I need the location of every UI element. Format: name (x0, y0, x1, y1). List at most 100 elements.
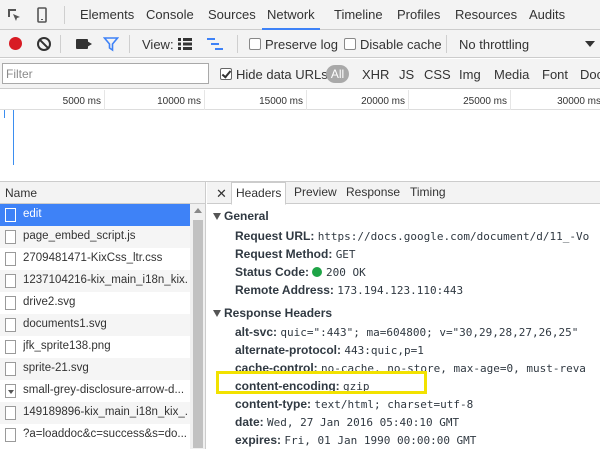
scroll-up-icon[interactable] (194, 208, 202, 213)
name-column-header[interactable]: Name (0, 182, 206, 204)
header-row: Status Code: 200 OK (235, 265, 366, 279)
request-name: 149189896-kix_main_i18n_kix_... (23, 406, 187, 418)
record-button[interactable] (9, 37, 22, 50)
file-icon (5, 252, 16, 266)
throttling-select[interactable]: No throttling (459, 37, 529, 52)
disable-cache-label: Disable cache (360, 37, 442, 52)
device-mode-icon[interactable] (34, 7, 50, 23)
filter-input[interactable] (2, 63, 209, 84)
tab-console[interactable]: Console (146, 0, 194, 29)
inspect-element-icon[interactable] (6, 7, 22, 23)
tab-resources[interactable]: Resources (455, 0, 517, 29)
tick-label: 30000 ms (557, 96, 600, 107)
request-row[interactable]: page_embed_script.js (0, 226, 190, 248)
request-name: drive2.svg (23, 296, 76, 308)
filter-type-media[interactable]: Media (494, 67, 529, 82)
clear-button[interactable] (37, 37, 51, 51)
filter-type-doc[interactable]: Doc (580, 67, 600, 82)
header-key: date: (235, 415, 264, 429)
request-row[interactable]: ?a=loaddoc&c=success&s=do... (0, 424, 190, 446)
header-row: expires: Fri, 01 Jan 1990 00:00:00 GMT (235, 433, 476, 447)
tab-timeline[interactable]: Timeline (334, 0, 383, 29)
name-header-label: Name (5, 186, 38, 200)
tab-elements[interactable]: Elements (80, 0, 134, 29)
request-row[interactable]: 1237104216-kix_main_i18n_kix... (0, 270, 190, 292)
filter-icon[interactable] (103, 36, 119, 52)
toolbar-divider (237, 35, 238, 53)
request-name: page_embed_script.js (23, 230, 136, 242)
request-row[interactable]: documents1.svg (0, 314, 190, 336)
network-toolbar: View: Preserve log Disable cache No thro… (0, 30, 600, 58)
header-value: Wed, 27 Jan 2016 05:40:10 GMT (267, 416, 460, 429)
tab-preview[interactable]: Preview (294, 185, 337, 199)
disable-cache-checkbox[interactable] (344, 38, 356, 50)
filter-type-css[interactable]: CSS (424, 67, 451, 82)
header-row: date: Wed, 27 Jan 2016 05:40:10 GMT (235, 415, 459, 429)
request-list: edit page_embed_script.js 2709481471-Kix… (0, 204, 190, 449)
general-section-title: General (224, 209, 269, 223)
overview-bar (4, 110, 5, 118)
request-name: jfk_sprite138.png (23, 340, 111, 352)
triangle-down-icon (213, 213, 221, 220)
toolbar-divider (60, 35, 61, 53)
timeline-overview[interactable] (0, 110, 600, 182)
tab-timing[interactable]: Timing (410, 185, 446, 199)
header-value: 443:quic,p=1 (344, 344, 424, 357)
request-row[interactable]: edit (0, 204, 190, 226)
header-value: text/html; charset=utf-8 (314, 398, 474, 411)
tab-network[interactable]: Network (262, 0, 320, 30)
request-list-scrollbar[interactable] (190, 204, 206, 449)
header-key: Remote Address: (235, 283, 334, 297)
filter-type-img[interactable]: Img (459, 67, 481, 82)
tick-label: 20000 ms (361, 96, 405, 107)
close-icon[interactable]: ✕ (216, 186, 227, 202)
scrollbar-thumb[interactable] (193, 220, 203, 448)
toolbar-divider (64, 6, 65, 24)
header-key: alt-svc: (235, 325, 278, 339)
header-row: Remote Address: 173.194.123.110:443 (235, 283, 463, 297)
tick-label: 15000 ms (259, 96, 303, 107)
header-row: Request URL: https://docs.google.com/doc… (235, 229, 589, 243)
file-icon (5, 428, 16, 442)
request-row[interactable]: sprite-21.svg (0, 358, 190, 380)
request-name: 1237104216-kix_main_i18n_kix... (23, 274, 187, 286)
header-row: alternate-protocol: 443:quic,p=1 (235, 343, 424, 357)
preserve-log-checkbox[interactable] (249, 38, 261, 50)
hide-data-urls-label: Hide data URLs (236, 67, 328, 82)
header-value: quic=":443"; ma=604800; v="30,29,28,27,2… (280, 326, 579, 339)
request-row[interactable]: 2709481471-KixCss_ltr.css (0, 248, 190, 270)
header-value: Fri, 01 Jan 1990 00:00:00 GMT (284, 434, 477, 447)
request-name: edit (23, 208, 42, 220)
tab-headers[interactable]: Headers (231, 182, 287, 205)
headers-panel: General Request URL: https://docs.google… (207, 205, 600, 449)
header-value: 200 OK (326, 266, 366, 279)
header-key: expires: (235, 433, 282, 447)
response-headers-section-toggle[interactable]: Response Headers (213, 306, 332, 320)
request-row[interactable]: jfk_sprite138.png (0, 336, 190, 358)
capture-screenshots-icon[interactable] (76, 39, 92, 49)
filter-type-xhr[interactable]: XHR (362, 67, 389, 82)
request-row[interactable]: small-grey-disclosure-arrow-d... (0, 380, 190, 402)
filter-type-font[interactable]: Font (542, 67, 568, 82)
tab-audits[interactable]: Audits (529, 0, 565, 29)
tab-profiles[interactable]: Profiles (397, 0, 440, 29)
disclosure-arrow-icon (5, 384, 16, 398)
tab-sources[interactable]: Sources (208, 0, 256, 29)
tab-response[interactable]: Response (346, 185, 400, 199)
filter-type-all[interactable]: All (326, 65, 349, 83)
request-row[interactable]: drive2.svg (0, 292, 190, 314)
hide-data-urls-checkbox[interactable] (220, 68, 232, 80)
file-icon (5, 362, 16, 376)
large-rows-icon[interactable] (178, 38, 192, 50)
triangle-down-icon (213, 310, 221, 317)
general-section-toggle[interactable]: General (213, 209, 269, 223)
waterfall-overview-icon[interactable] (207, 38, 223, 50)
toolbar-divider (446, 35, 447, 53)
status-dot-icon (312, 267, 323, 277)
filter-type-js[interactable]: JS (399, 67, 414, 82)
header-key: Request Method: (235, 247, 333, 261)
header-value: 173.194.123.110:443 (337, 284, 464, 297)
request-row[interactable]: 149189896-kix_main_i18n_kix_... (0, 402, 190, 424)
file-icon (5, 406, 16, 420)
chevron-down-icon[interactable] (585, 41, 595, 47)
